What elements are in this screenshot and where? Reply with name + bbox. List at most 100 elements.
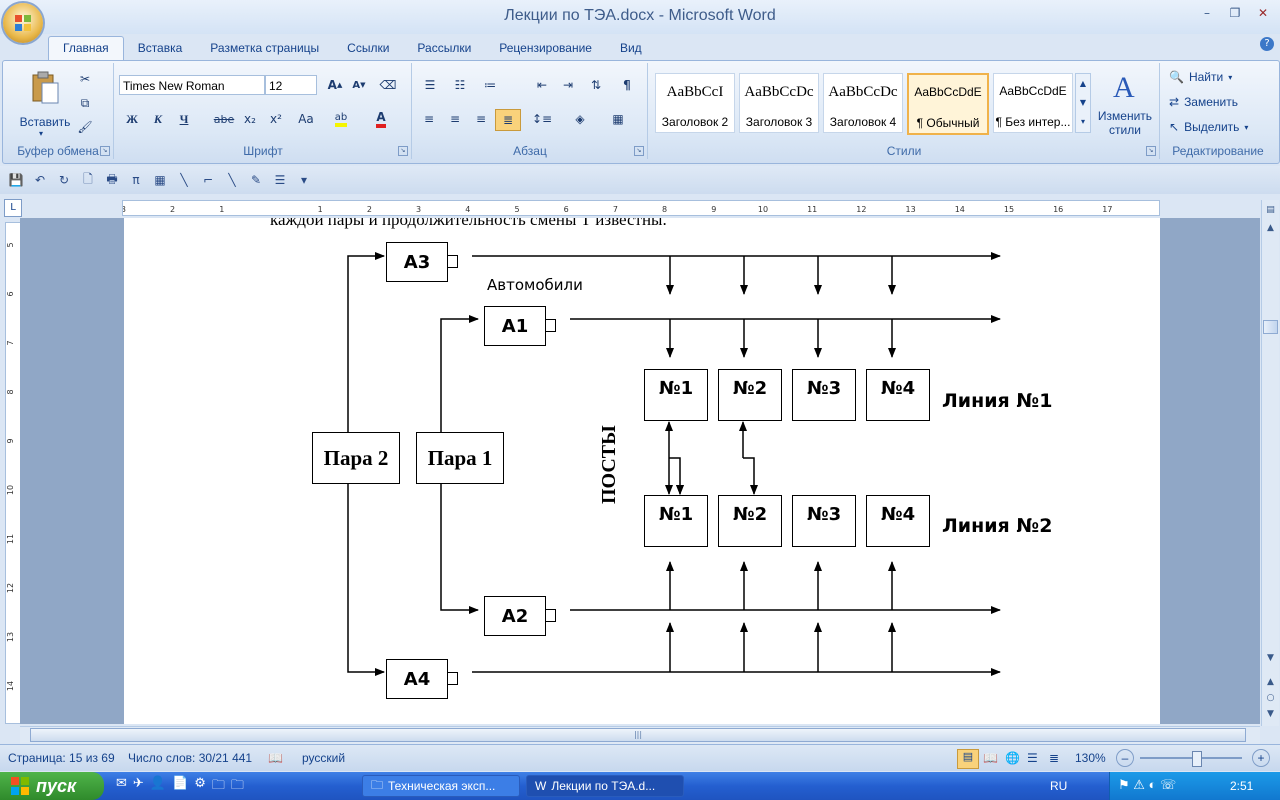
- previous-page-icon[interactable]: ▲: [1263, 674, 1278, 689]
- quick-launch-icon[interactable]: ⚙: [194, 776, 206, 798]
- language[interactable]: русский: [302, 751, 345, 765]
- style-heading3[interactable]: AaBbCcDc Заголовок 3: [739, 73, 819, 133]
- find-button[interactable]: 🔍 Найти ▾: [1169, 67, 1232, 87]
- zoom-level[interactable]: 130%: [1075, 751, 1106, 765]
- print-icon[interactable]: 🖶: [102, 170, 122, 190]
- zoom-out-icon[interactable]: –: [1116, 749, 1134, 767]
- more-styles-icon[interactable]: ▾: [1076, 112, 1090, 131]
- scroll-up-icon[interactable]: ▲: [1263, 220, 1278, 235]
- font-color-icon[interactable]: A: [369, 109, 393, 129]
- show-marks-icon[interactable]: ¶: [615, 75, 639, 95]
- align-center-icon[interactable]: ≡: [443, 109, 467, 129]
- equation-icon[interactable]: π: [126, 170, 146, 190]
- close-button[interactable]: ✕: [1250, 3, 1276, 23]
- paste-button[interactable]: Вставить ▾: [17, 69, 73, 139]
- customize-qat-icon[interactable]: ▾: [294, 170, 314, 190]
- tab-home[interactable]: Главная: [48, 36, 124, 60]
- pen-icon[interactable]: ✎: [246, 170, 266, 190]
- font-size-select[interactable]: 12: [265, 75, 317, 95]
- shading-icon[interactable]: ◈: [565, 109, 595, 129]
- align-right-icon[interactable]: ≡: [469, 109, 493, 129]
- justify-icon[interactable]: ≣: [495, 109, 521, 131]
- tab-selector-icon[interactable]: L: [4, 199, 22, 217]
- office-button[interactable]: [3, 3, 43, 43]
- start-button[interactable]: пуск: [0, 772, 104, 800]
- align-left-icon[interactable]: ≡: [417, 109, 441, 129]
- clear-formatting-icon[interactable]: ⌫: [377, 75, 399, 95]
- tab-page-layout[interactable]: Разметка страницы: [196, 37, 333, 60]
- quick-launch-icon[interactable]: 🗀: [212, 776, 225, 798]
- cut-icon[interactable]: ✂: [75, 69, 95, 89]
- taskbar-item-explorer[interactable]: 🗀 Техническая эксп...: [362, 775, 520, 797]
- ruler-toggle-icon[interactable]: ▤: [1263, 202, 1278, 217]
- change-styles-button[interactable]: A Изменить стили: [1095, 71, 1155, 141]
- outline-view-icon[interactable]: ☰: [1027, 751, 1038, 765]
- save-icon[interactable]: 💾: [6, 170, 26, 190]
- superscript-button[interactable]: x²: [265, 109, 287, 129]
- page-count[interactable]: Страница: 15 из 69: [8, 751, 115, 765]
- tab-mailings[interactable]: Рассылки: [403, 37, 485, 60]
- borders-icon[interactable]: ▦: [603, 109, 633, 129]
- quick-launch-icon[interactable]: ✉: [116, 776, 127, 798]
- format-painter-icon[interactable]: 🖌: [75, 117, 95, 137]
- numbering-icon[interactable]: ☷: [447, 75, 473, 95]
- style-heading2[interactable]: AaBbCcI Заголовок 2: [655, 73, 735, 133]
- connector-icon[interactable]: ⌐: [198, 170, 218, 190]
- bold-button[interactable]: Ж: [121, 109, 143, 129]
- dialog-launcher-font-icon[interactable]: ↘: [398, 146, 408, 156]
- grow-font-button[interactable]: A ▲: [325, 75, 345, 95]
- multilevel-list-icon[interactable]: ≔: [477, 75, 503, 95]
- draw-line-icon[interactable]: ╲: [222, 170, 242, 190]
- select-button[interactable]: ↖ Выделить ▾: [1169, 117, 1248, 137]
- document-page[interactable]: каждой пары и продолжительность смены Т …: [124, 218, 1160, 724]
- undo-icon[interactable]: ↶: [30, 170, 50, 190]
- bullets-icon[interactable]: ☰: [417, 75, 443, 95]
- tab-references[interactable]: Ссылки: [333, 37, 403, 60]
- next-page-icon[interactable]: ▼: [1263, 706, 1278, 721]
- styles-scroll[interactable]: ▲ ▼ ▾: [1075, 73, 1091, 133]
- increase-indent-icon[interactable]: ⇥: [557, 75, 579, 95]
- highlight-color-icon[interactable]: ab: [329, 109, 353, 129]
- horizontal-ruler[interactable]: 3 2 1 1 2 3 4 5 6 7 8 9 10 11 12 13 14 15 16 17: [122, 200, 1160, 216]
- scroll-thumb[interactable]: |||: [30, 728, 1246, 742]
- language-indicator[interactable]: RU: [1050, 779, 1067, 793]
- zoom-slider[interactable]: [1140, 757, 1242, 759]
- spellcheck-icon[interactable]: 📖: [268, 751, 283, 765]
- style-no-spacing[interactable]: AaBbCcDdE ¶ Без интер...: [993, 73, 1073, 133]
- scroll-down-icon[interactable]: ▼: [1263, 650, 1278, 665]
- tab-view[interactable]: Вид: [606, 37, 656, 60]
- clock[interactable]: 2:51: [1230, 779, 1253, 793]
- browse-object-icon[interactable]: ○: [1263, 690, 1278, 705]
- vertical-scrollbar[interactable]: ▤ ▲ ▼ ▲ ○ ▼: [1261, 200, 1279, 726]
- web-layout-icon[interactable]: 🌐: [1005, 751, 1020, 765]
- decrease-indent-icon[interactable]: ⇤: [531, 75, 553, 95]
- restore-button[interactable]: ❐: [1222, 3, 1248, 23]
- subscript-button[interactable]: x₂: [239, 109, 261, 129]
- table-icon[interactable]: ▦: [150, 170, 170, 190]
- zoom-slider-thumb[interactable]: [1192, 751, 1202, 767]
- italic-button[interactable]: К: [147, 109, 169, 129]
- sort-icon[interactable]: ⇅: [585, 75, 607, 95]
- list-icon[interactable]: ☰: [270, 170, 290, 190]
- line-icon[interactable]: ╲: [174, 170, 194, 190]
- copy-icon[interactable]: ⧉: [75, 93, 95, 113]
- help-icon[interactable]: ?: [1260, 37, 1274, 51]
- scroll-thumb[interactable]: [1263, 320, 1278, 334]
- redo-icon[interactable]: ↻: [54, 170, 74, 190]
- style-heading4[interactable]: AaBbCcDc Заголовок 4: [823, 73, 903, 133]
- change-case-button[interactable]: Aa: [291, 109, 321, 129]
- dialog-launcher-clipboard-icon[interactable]: ↘: [100, 146, 110, 156]
- underline-button[interactable]: Ч: [173, 109, 195, 129]
- print-layout-view-icon[interactable]: ▤: [957, 749, 979, 769]
- taskbar-item-word[interactable]: W Лекции по ТЭА.d...: [526, 775, 684, 797]
- quick-launch-icon[interactable]: 🗀: [231, 776, 244, 798]
- tab-insert[interactable]: Вставка: [124, 37, 197, 60]
- shrink-font-button[interactable]: A ▼: [349, 75, 369, 95]
- quick-launch-icon[interactable]: 👤: [150, 776, 166, 798]
- style-normal[interactable]: AaBbCcDdE ¶ Обычный: [907, 73, 989, 135]
- dialog-launcher-styles-icon[interactable]: ↘: [1146, 146, 1156, 156]
- draft-view-icon[interactable]: ≣: [1049, 751, 1059, 765]
- scroll-down-icon[interactable]: ▼: [1076, 93, 1090, 112]
- replace-button[interactable]: ⇄ Заменить: [1169, 92, 1238, 112]
- zoom-in-icon[interactable]: +: [1252, 749, 1270, 767]
